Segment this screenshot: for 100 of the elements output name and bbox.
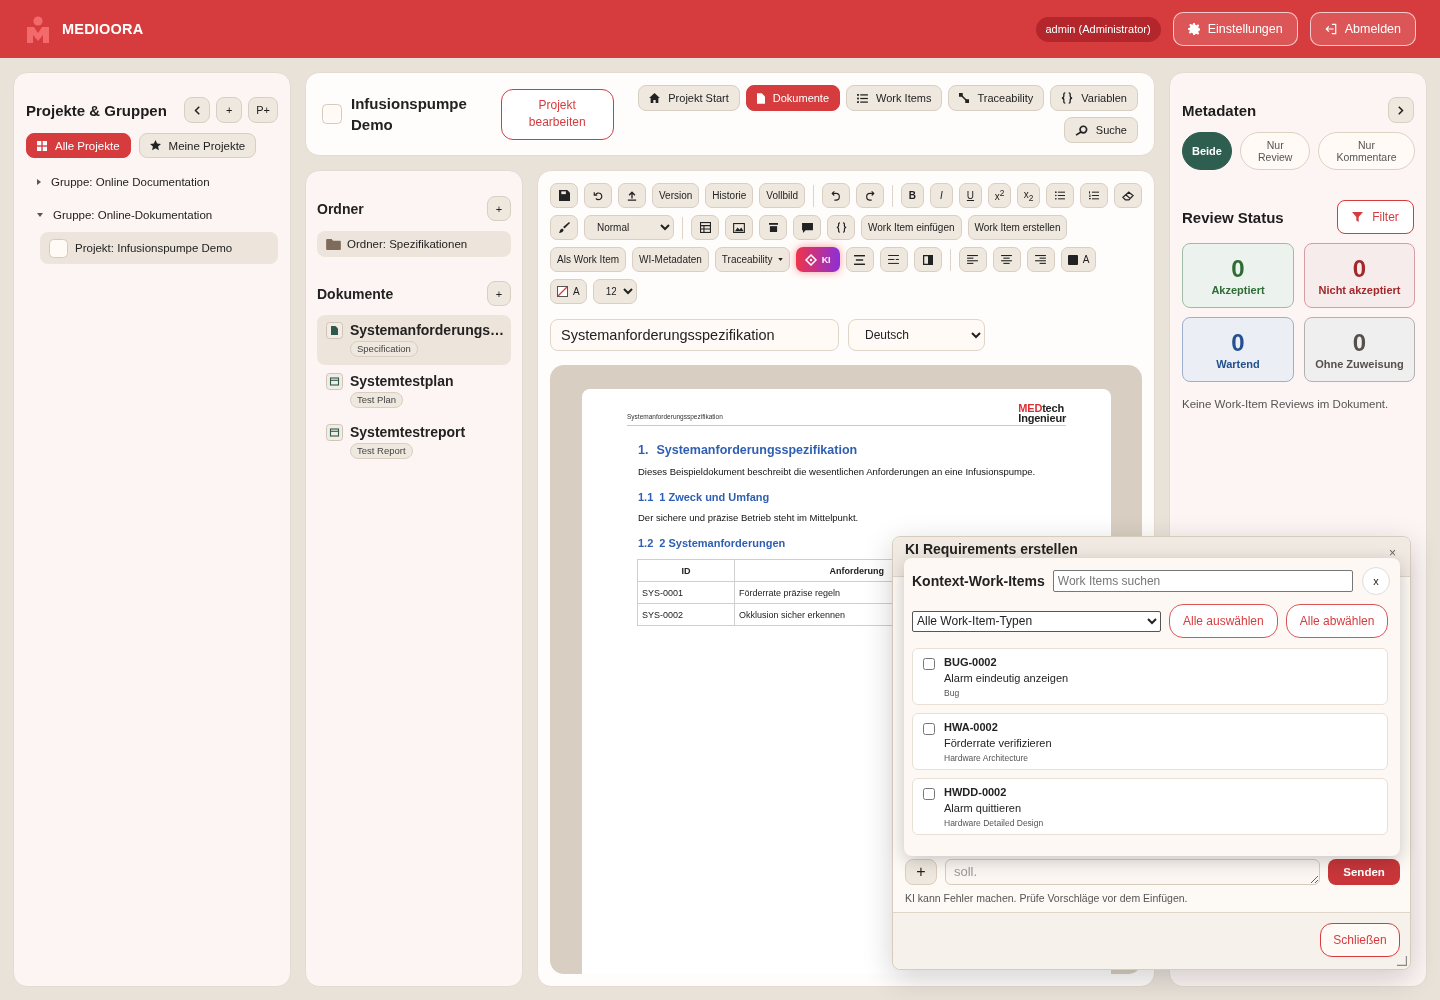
paragraph-style-select[interactable]: Normal xyxy=(584,215,674,240)
toolbar-button[interactable]: WI-Metadaten xyxy=(632,247,709,272)
nav-tab[interactable]: Work Items xyxy=(846,85,943,111)
project-item[interactable]: Projekt: Infusionspumpe Demo xyxy=(40,232,278,264)
nav-tab[interactable]: Traceability xyxy=(948,85,1045,111)
insert-table-button[interactable] xyxy=(691,215,719,240)
home-icon xyxy=(649,93,661,103)
filter-tab[interactable]: Meine Projekte xyxy=(138,133,257,158)
undo-button[interactable] xyxy=(821,183,850,208)
select-all-button[interactable]: Alle auswählen xyxy=(1169,604,1278,638)
filter-tab[interactable]: Alle Projekte xyxy=(26,133,131,158)
toolbar-button[interactable]: Work Item einfügen xyxy=(861,215,962,240)
revert-button[interactable] xyxy=(584,183,612,208)
brush-button[interactable] xyxy=(550,215,578,240)
caret-down-icon[interactable] xyxy=(37,212,43,217)
nav-tab[interactable]: Dokumente xyxy=(745,85,841,111)
view-filter-pill[interactable]: Beide xyxy=(1182,132,1232,170)
color-swatch-icon xyxy=(1067,254,1078,265)
type-filter-select[interactable]: Alle Work-Item-Typen xyxy=(912,610,1161,632)
group-item[interactable]: Gruppe: Online-Dokumentation xyxy=(53,208,213,221)
toolbar-button[interactable]: Work Item erstellen xyxy=(967,215,1068,240)
close-button[interactable]: × xyxy=(1387,546,1398,560)
comment-button[interactable] xyxy=(793,215,821,240)
close-dialog-button[interactable]: Schließen xyxy=(1320,923,1400,957)
close-button[interactable]: x xyxy=(1362,567,1390,595)
settings-button[interactable]: Einstellungen xyxy=(1172,12,1298,46)
view-filter-pill[interactable]: Nur Kommentare xyxy=(1318,132,1415,170)
add-document-button[interactable]: + xyxy=(487,281,511,306)
align-left-button[interactable] xyxy=(958,247,987,272)
document-item[interactable]: Systemtestplan Test Plan xyxy=(317,366,511,416)
toolbar-button[interactable]: Version xyxy=(652,183,700,208)
resize-grip-icon[interactable] xyxy=(1397,956,1407,966)
insert-block-button[interactable] xyxy=(759,215,787,240)
traceability-menu-button[interactable]: Traceability xyxy=(714,247,790,272)
document-item[interactable]: Systemanforderungs… Specification xyxy=(317,315,511,365)
item-checkbox[interactable] xyxy=(923,723,935,735)
save-button[interactable] xyxy=(550,183,578,208)
line-spacing-button[interactable] xyxy=(845,247,874,272)
format-button[interactable]: x$_{2}$ xyxy=(1016,183,1040,208)
column-button[interactable] xyxy=(913,247,942,272)
indent-lines-icon xyxy=(888,255,900,264)
indent-button[interactable] xyxy=(879,247,908,272)
insert-image-button[interactable] xyxy=(725,215,753,240)
document-title-field[interactable]: Systemanforderungsspezifikation xyxy=(550,319,839,351)
numbered-list-button[interactable] xyxy=(1079,183,1108,208)
add-project-button[interactable]: P+ xyxy=(248,97,278,123)
item-checkbox[interactable] xyxy=(923,658,935,670)
toolbar-button[interactable]: Als Work Item xyxy=(550,247,627,272)
status-card[interactable]: 0 Wartend xyxy=(1182,317,1294,382)
work-item-id: HWA-0002 xyxy=(944,720,999,735)
align-left-icon xyxy=(967,255,979,264)
font-size-select[interactable]: 12 xyxy=(592,279,637,304)
nav-tab[interactable]: Variablen xyxy=(1050,85,1138,111)
highlight-button[interactable]: A xyxy=(550,279,587,304)
format-button[interactable]: U xyxy=(958,183,982,208)
clear-format-button[interactable] xyxy=(1113,183,1142,208)
add-group-button[interactable]: + xyxy=(216,97,243,123)
expand-button[interactable] xyxy=(1388,97,1414,123)
document-item[interactable]: Systemtestreport Test Report xyxy=(317,417,511,467)
toolbar-button[interactable]: Historie xyxy=(705,183,754,208)
status-card[interactable]: 0 Ohne Zuweisung xyxy=(1304,317,1415,382)
language-select[interactable]: Deutsch xyxy=(848,319,985,351)
collapse-button[interactable] xyxy=(184,97,211,123)
section-title: Review Status xyxy=(1182,208,1284,226)
add-folder-button[interactable]: + xyxy=(487,196,511,221)
status-count: 0 xyxy=(1231,329,1245,356)
variable-button[interactable] xyxy=(827,215,855,240)
folder-item[interactable]: Ordner: Spezifikationen xyxy=(317,231,511,257)
toolbar-button[interactable]: Vollbild xyxy=(759,183,805,208)
upload-button[interactable] xyxy=(618,183,646,208)
nav-tab[interactable]: Suche xyxy=(1063,117,1138,143)
bullet-list-button[interactable] xyxy=(1045,183,1074,208)
nav-tab[interactable]: Projekt Start xyxy=(638,85,740,111)
search-field[interactable]: Work Items suchen xyxy=(1052,570,1353,592)
status-card[interactable]: 0 Nicht akzeptiert xyxy=(1304,243,1415,308)
status-label: Wartend xyxy=(1216,358,1260,370)
nodes-icon xyxy=(959,93,970,103)
format-button[interactable]: B xyxy=(900,183,924,208)
view-filter-pill[interactable]: Nur Review xyxy=(1239,132,1311,170)
format-button[interactable]: I xyxy=(929,183,953,208)
logout-button[interactable]: Abmelden xyxy=(1309,12,1416,46)
group-item[interactable]: Gruppe: Online Documentation xyxy=(51,175,210,188)
deselect-all-button[interactable]: Alle abwählen xyxy=(1285,604,1389,638)
empty-note: Keine Work-Item Reviews im Dokument. xyxy=(1182,398,1390,410)
edit-project-button[interactable]: Projekt bearbeiten xyxy=(500,88,614,140)
caret-right-icon[interactable] xyxy=(37,178,41,185)
prompt-field[interactable]: soll. xyxy=(944,859,1321,885)
table-cell: SYS-0002 xyxy=(637,603,735,626)
align-right-button[interactable] xyxy=(1026,247,1055,272)
send-button[interactable]: Senden xyxy=(1328,859,1400,885)
text-color-button[interactable]: A xyxy=(1060,247,1097,272)
heading-number: 1. xyxy=(638,443,649,457)
ai-button[interactable]: KI xyxy=(795,247,840,272)
filter-button[interactable]: Filter xyxy=(1337,200,1414,234)
add-context-button[interactable]: + xyxy=(905,859,937,885)
item-checkbox[interactable] xyxy=(923,788,935,800)
status-card[interactable]: 0 Akzeptiert xyxy=(1182,243,1294,308)
redo-button[interactable] xyxy=(855,183,884,208)
align-center-button[interactable] xyxy=(992,247,1021,272)
format-button[interactable]: x$^{2}$ xyxy=(987,183,1011,208)
